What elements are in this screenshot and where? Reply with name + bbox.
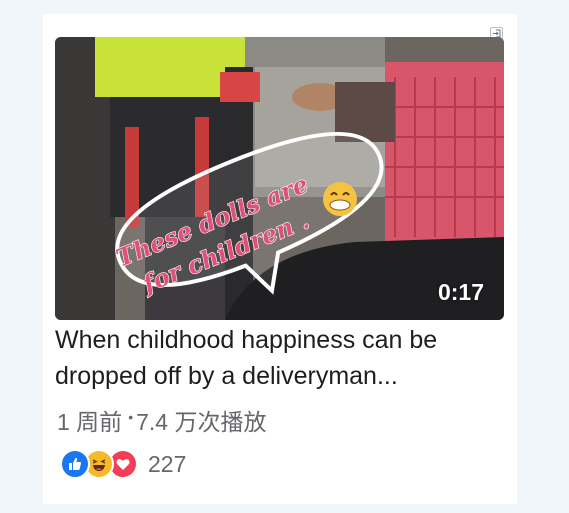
view-count: 7.4 万次播放 — [136, 409, 267, 435]
like-icon — [60, 449, 90, 479]
reaction-count: 227 — [148, 450, 187, 477]
svg-text:These dolls are for chil: These dolls are for children . — [112, 166, 333, 304]
video-thumbnail[interactable]: These dolls are for children . 0:17 — [55, 37, 504, 320]
separator: • — [128, 409, 134, 425]
overlay-caption: These dolls are for children . — [111, 166, 333, 304]
time-ago: 1 周前 — [57, 409, 123, 435]
video-meta: 1 周前 • 7.4 万次播放 — [57, 403, 266, 437]
video-title[interactable]: When childhood happiness can be dropped … — [55, 322, 505, 394]
reactions-bar[interactable]: 227 — [60, 449, 186, 479]
video-duration: 0:17 — [437, 279, 484, 305]
